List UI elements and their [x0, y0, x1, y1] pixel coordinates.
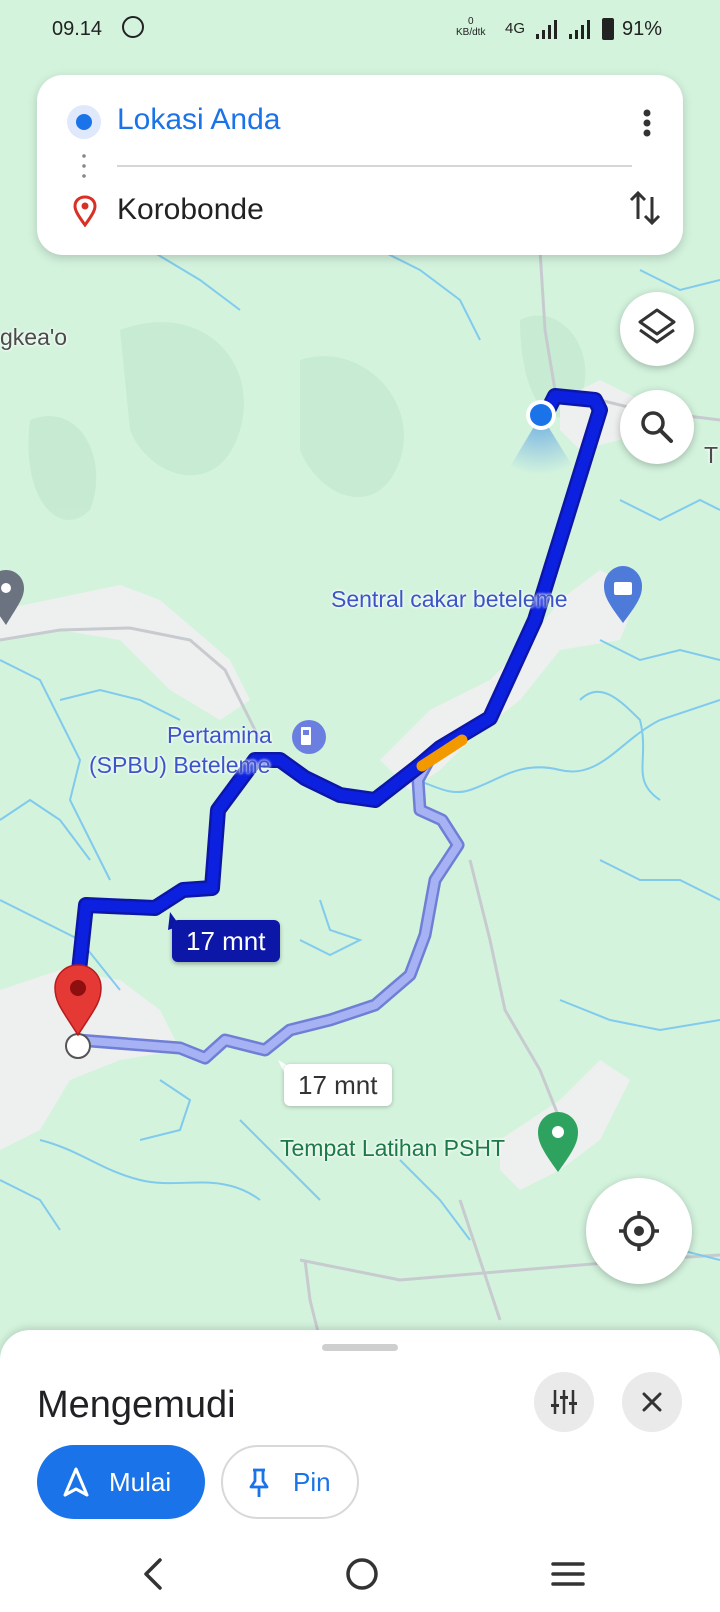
signal-icon: [569, 20, 590, 39]
fuel-label-line1[interactable]: Pertamina: [167, 722, 272, 749]
divider: [117, 165, 632, 167]
search-button[interactable]: [620, 390, 694, 464]
status-bar: 09.14 0 KB/dtk 4G 91%: [0, 0, 720, 60]
navigation-arrow-icon: [63, 1467, 89, 1497]
map-place-label-edge: T: [704, 442, 719, 468]
system-nav-bar: [0, 1536, 720, 1612]
pin-trip-button[interactable]: Pin: [221, 1445, 359, 1519]
network-speed-value: 0: [467, 16, 474, 27]
layers-button[interactable]: [620, 292, 694, 366]
my-location-button[interactable]: [586, 1178, 692, 1284]
fuel-label-line2[interactable]: (SPBU) Beteleme: [89, 752, 271, 779]
back-icon[interactable]: [138, 1554, 172, 1594]
swap-icon[interactable]: [622, 185, 668, 231]
pin-icon: [249, 1468, 269, 1497]
network-speed-unit: KB/dtk: [456, 27, 486, 38]
clock: 09.14: [52, 18, 103, 40]
my-location-dot-icon: [67, 105, 101, 139]
tune-icon: [551, 1390, 577, 1414]
home-icon[interactable]: [342, 1554, 382, 1594]
destination-field[interactable]: Korobonde: [117, 193, 264, 227]
close-button[interactable]: [622, 1372, 682, 1432]
route-alt-eta[interactable]: 17 mnt: [284, 1064, 392, 1106]
route-main-eta[interactable]: 17 mnt: [172, 920, 280, 962]
start-navigation-button[interactable]: Mulai: [37, 1445, 205, 1519]
close-icon: [642, 1392, 662, 1412]
drag-handle[interactable]: [322, 1344, 398, 1351]
directions-card: Lokasi Anda Korobonde: [37, 75, 683, 255]
origin-field[interactable]: Lokasi Anda: [117, 103, 280, 137]
start-label: Mulai: [109, 1467, 172, 1497]
route-connector: [82, 151, 86, 181]
network-type: 4G: [505, 20, 526, 37]
pin-label: Pin: [293, 1467, 331, 1497]
battery-icon: [602, 18, 614, 40]
battery-percent: 91%: [622, 18, 663, 40]
recents-icon[interactable]: [550, 1554, 586, 1594]
whatsapp-icon: [122, 16, 144, 38]
destination-pin-icon: [73, 195, 97, 227]
signal-icon: [536, 20, 557, 39]
travel-mode-title: Mengemudi: [37, 1384, 236, 1426]
shop-label[interactable]: Sentral cakar beteleme: [331, 586, 568, 613]
route-options-button[interactable]: [534, 1372, 594, 1432]
map-place-label: gkea'o: [0, 324, 68, 350]
search-icon: [641, 411, 673, 443]
network-speed: 0 KB/dtk: [456, 16, 485, 38]
more-vert-icon[interactable]: [632, 103, 662, 143]
training-place-label[interactable]: Tempat Latihan PSHT: [280, 1135, 505, 1162]
layers-icon: [638, 308, 676, 344]
my-location-icon: [619, 1211, 659, 1251]
